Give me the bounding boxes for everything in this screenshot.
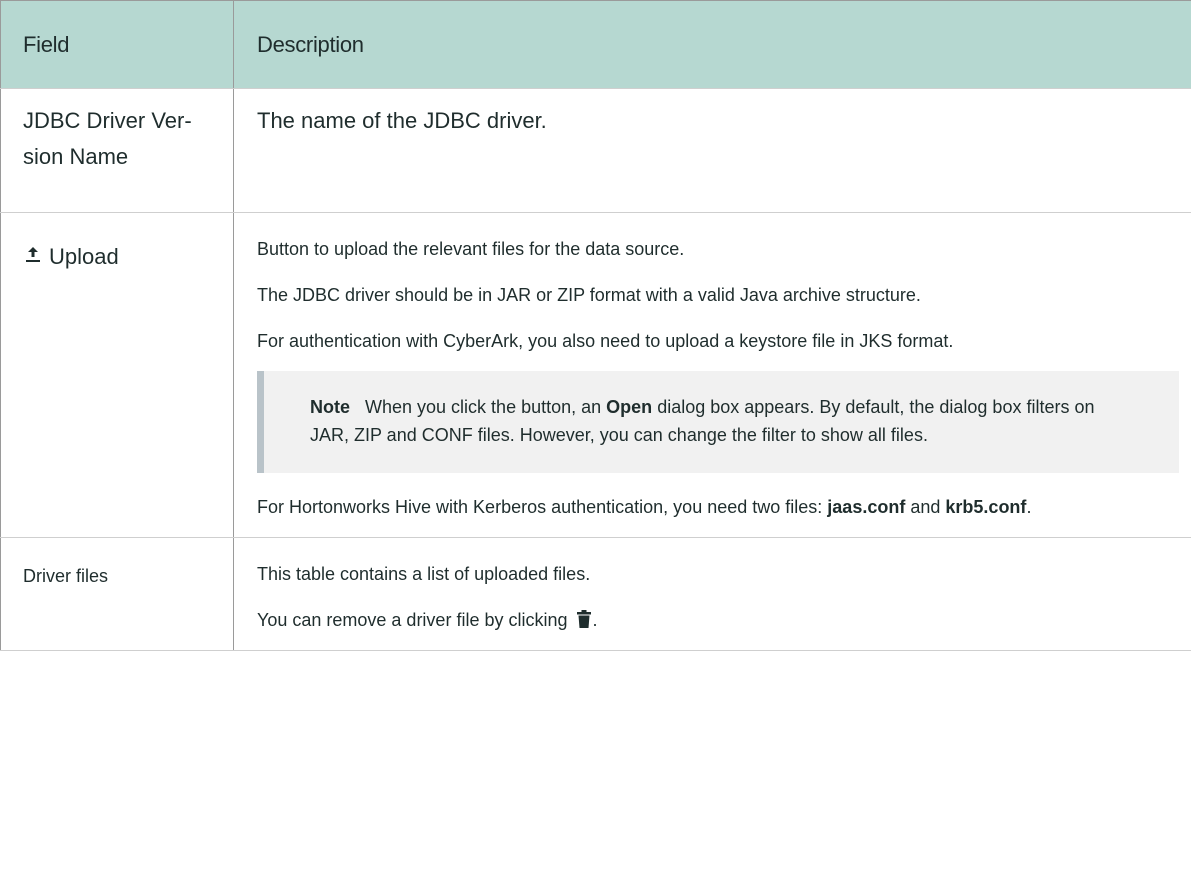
description-content: Button to upload the relevant files for …	[234, 213, 1191, 523]
description-paragraph: For authentication with CyberArk, you al…	[257, 331, 954, 351]
note-label: Note	[310, 397, 350, 417]
field-name-upload: Upload	[1, 213, 233, 275]
period-text: .	[592, 610, 598, 630]
table-row: JDBC Driver Ver- sion Name The name of t…	[0, 88, 1191, 213]
note-open-keyword: Open	[606, 397, 653, 417]
table-row: Upload Button to upload the relevant fil…	[0, 212, 1191, 538]
description-paragraph: For Hortonworks Hive with Kerberos authe…	[257, 491, 1179, 523]
description-cell: This table contains a list of uploaded f…	[233, 537, 1191, 651]
field-name-label: Upload	[49, 244, 119, 269]
field-name-line: JDBC Driver Ver-	[23, 108, 192, 133]
description-paragraph: The JDBC driver should be in JAR or ZIP …	[257, 285, 921, 305]
field-name-jdbc-driver-version-name: JDBC Driver Ver- sion Name	[1, 89, 233, 175]
field-cell: Upload	[0, 212, 234, 538]
description-paragraph: Button to upload the relevant files for …	[257, 239, 685, 259]
upload-icon	[23, 241, 43, 263]
column-header-field: Field	[0, 0, 234, 89]
description-text: The name of the JDBC driver.	[257, 108, 547, 133]
note-text: When you click the button, an	[365, 397, 602, 417]
krb5-conf-filename: krb5.conf	[945, 497, 1027, 517]
table-row: Driver files This table contains a list …	[0, 537, 1191, 651]
description-cell: The name of the JDBC driver.	[233, 88, 1191, 213]
jaas-conf-filename: jaas.conf	[827, 497, 906, 517]
note-callout: Note When you click the button, an Open …	[257, 371, 1179, 473]
field-name-driver-files: Driver files	[23, 566, 109, 586]
and-text: and	[910, 497, 941, 517]
description-content: This table contains a list of uploaded f…	[234, 538, 1191, 636]
trash-icon	[576, 606, 591, 628]
period-text: .	[1026, 497, 1032, 517]
field-description-table: Field Description JDBC Driver Ver- sion …	[0, 0, 1191, 651]
column-header-description: Description	[233, 0, 1191, 89]
description-cell: Button to upload the relevant files for …	[233, 212, 1191, 538]
kerberos-text: For Hortonworks Hive with Kerberos authe…	[257, 497, 823, 517]
field-name-line: sion Name	[23, 144, 129, 169]
description-paragraph: This table contains a list of uploaded f…	[257, 564, 591, 584]
field-cell: JDBC Driver Ver- sion Name	[0, 88, 234, 213]
description-paragraph: You can remove a driver file by clicking…	[257, 604, 1179, 636]
field-cell: Driver files	[0, 537, 234, 651]
remove-text: You can remove a driver file by clicking	[257, 610, 568, 630]
table-header-row: Field Description	[0, 0, 1191, 89]
